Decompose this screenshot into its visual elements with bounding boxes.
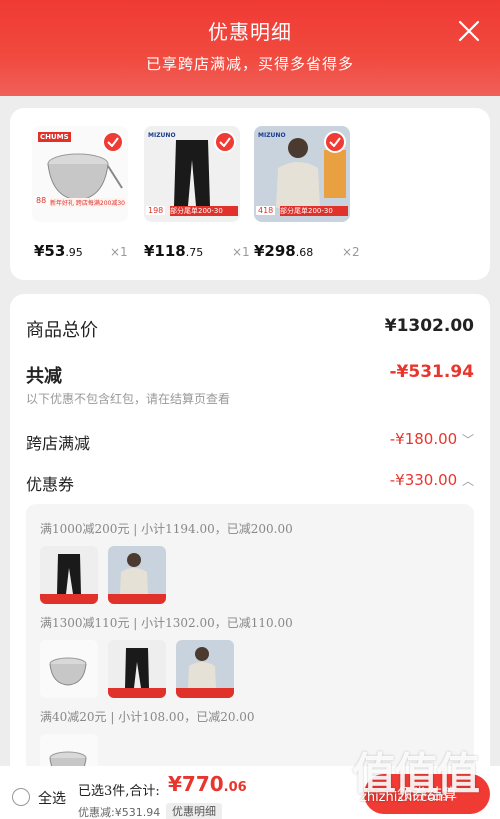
select-all-label[interactable]: 全选	[38, 788, 66, 808]
price-badge: 198	[146, 206, 166, 215]
promo-tag: 部分尾单200-30	[280, 206, 348, 216]
total-row: 商品总价 ¥1302.00	[26, 316, 474, 341]
pants-icon	[40, 554, 98, 604]
coupon-rule: 满1300减110元 | 小计1302.00，已减110.00	[40, 616, 293, 630]
coupon-label: 优惠券	[26, 475, 75, 494]
checkout-total: ¥770.06	[168, 772, 247, 796]
close-icon[interactable]	[456, 18, 482, 44]
coupon-value-group: -¥330.00 ︿	[390, 471, 474, 489]
discount-note: 以下优惠不包含红包，请在结算页查看	[26, 392, 231, 406]
cross-store-value-group: -¥180.00 ﹀	[390, 430, 474, 448]
product-image-bowl[interactable]: CHUMS 88 新年好礼 跨店每满200减30	[32, 126, 128, 222]
selected-count: 已选3件,合计:	[78, 784, 160, 799]
thumb-bowl	[40, 640, 98, 698]
product-image-pants[interactable]: MIZUNO 198 部分尾单200-30	[144, 126, 240, 222]
cross-store-row[interactable]: 跨店满减 -¥180.00 ﹀	[26, 430, 474, 453]
cross-store-label: 跨店满减	[26, 434, 91, 453]
selected-check-icon[interactable]	[324, 131, 346, 153]
total-value: ¥1302.00	[384, 316, 474, 336]
pants-icon	[108, 648, 166, 698]
price-badge: 418	[256, 206, 276, 215]
price-int: ¥118	[144, 242, 186, 260]
person-jacket-icon	[108, 553, 166, 604]
header: 优惠明细 已享跨店满减，买得多省得多	[0, 0, 500, 96]
product-panel: CHUMS 88 新年好礼 跨店每满200减30 ¥53.95 ×1 MIZUN…	[10, 108, 490, 280]
discount-value: -¥531.94	[389, 362, 475, 382]
thumb-jacket	[108, 546, 166, 604]
cross-store-value: -¥180.00	[389, 430, 458, 448]
discount-row: 共减 -¥531.94	[26, 362, 475, 387]
product-qty: ×1	[232, 245, 250, 259]
total-int: ¥770	[168, 772, 224, 796]
price-int: ¥298	[254, 242, 296, 260]
price-dec: .75	[185, 246, 204, 259]
price-dec: .95	[65, 246, 83, 259]
chevron-down-icon: ﹀	[461, 433, 474, 447]
page-subtitle: 已享跨店满减，买得多省得多	[145, 55, 354, 73]
product-qty: ×1	[110, 245, 128, 259]
selected-check-icon[interactable]	[214, 131, 236, 153]
thumb-jacket	[176, 640, 234, 698]
price-dec: .68	[295, 246, 314, 259]
product-qty: ×2	[342, 245, 360, 259]
coupon-value: -¥330.00	[389, 471, 458, 489]
page-title: 优惠明细	[208, 20, 292, 44]
selected-check-icon[interactable]	[102, 131, 124, 153]
product-price: ¥298.68	[254, 242, 313, 260]
product-price: ¥118.75	[144, 242, 203, 260]
thumb-pants	[40, 546, 98, 604]
discount-summary: 优惠减:¥531.94	[78, 806, 161, 819]
total-label: 商品总价	[26, 320, 98, 341]
person-jacket-icon	[176, 647, 234, 698]
product-price: ¥53.95	[34, 242, 83, 260]
select-all-radio[interactable]	[12, 788, 30, 806]
total-dec: .06	[223, 780, 247, 795]
chevron-up-icon: ︿	[461, 474, 474, 488]
thumb-pants	[108, 640, 166, 698]
coupon-rule: 满1000减200元 | 小计1194.00，已减200.00	[40, 522, 293, 536]
discount-label: 共减	[26, 366, 62, 387]
price-int: ¥53	[34, 242, 66, 260]
product-image-jacket[interactable]: MIZUNO 418 部分尾单200-30	[254, 126, 350, 222]
coupon-rule: 满40减20元 | 小计108.00，已减20.00	[40, 710, 255, 724]
coupon-row[interactable]: 优惠券 -¥330.00 ︿	[26, 471, 474, 494]
watermark: 值值值 zhizhizhi.com	[352, 738, 492, 816]
discount-detail-button[interactable]: 优惠明细	[166, 803, 222, 819]
promo-tag: 部分尾单200-30	[170, 206, 238, 216]
promo-tag: 新年好礼 跨店每满200减30	[50, 198, 126, 207]
price-badge: 88	[34, 196, 49, 205]
bowl-icon	[49, 657, 87, 686]
watermark-url: zhizhizhi.com	[360, 790, 448, 805]
